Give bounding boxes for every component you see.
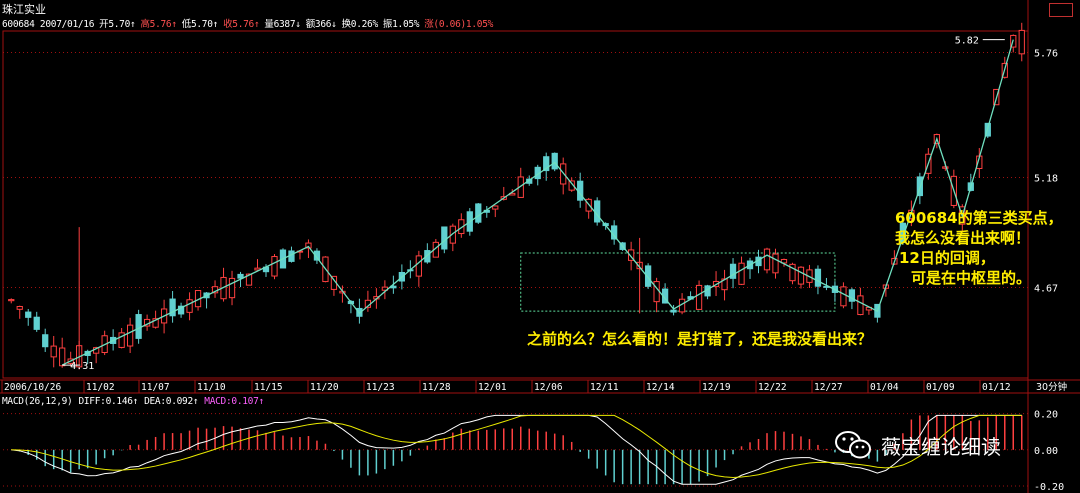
date-tick-label: 2006/10/26	[4, 382, 61, 393]
zhongshu-rect	[520, 252, 836, 312]
candle-body	[840, 286, 847, 307]
high-marker-label: 5.82	[955, 36, 979, 47]
date-tick-label: 12/06	[534, 382, 563, 393]
date-tick-label: 12/11	[590, 382, 619, 393]
candle-body	[670, 309, 677, 313]
price-axis: 5.765.184.675.824.31	[62, 36, 1058, 372]
candle-body	[415, 255, 422, 277]
date-tick-label: 12/22	[758, 382, 787, 393]
date-tick-label: 11/10	[197, 382, 226, 393]
date-tick-label: 01/12	[982, 382, 1011, 393]
date-tick-label: 11/20	[310, 382, 339, 393]
macd-field-3: MACD:0.107↑	[204, 396, 264, 407]
candle-body	[551, 152, 558, 170]
candle-body	[475, 203, 482, 223]
date-tick-label: 11/15	[254, 382, 283, 393]
candle-body	[42, 334, 49, 348]
candle-body	[271, 256, 278, 277]
macd-field-1: DIFF:0.146↑	[78, 396, 139, 407]
candle-body	[237, 273, 244, 279]
candle-body	[50, 345, 57, 358]
third-buy-line-2: 12日的回调，	[899, 249, 995, 267]
candle-body	[763, 248, 771, 271]
candle-body	[33, 316, 40, 330]
candle-body	[228, 277, 236, 299]
macd-field-0: MACD(26,12,9)	[2, 396, 73, 407]
candle-body	[25, 311, 32, 318]
price-tick-label: 5.18	[1034, 174, 1058, 185]
date-tick-label: 01/09	[926, 382, 955, 393]
third-buy-line-1: 我怎么没看出来啊！	[895, 229, 1031, 247]
date-tick-label: 01/04	[870, 382, 899, 393]
low-marker-label: 4.31	[70, 361, 94, 372]
candle-body	[797, 266, 805, 285]
candle-body	[814, 268, 822, 287]
candle-body	[135, 314, 142, 339]
candle-body	[492, 205, 499, 210]
third-buy-annotation: 600684的第三类买点， 我怎么没看出来啊！ 12日的回调， 可是在中枢里的。	[895, 208, 1063, 288]
stroke-lines	[61, 39, 1014, 366]
candle-body	[594, 200, 601, 223]
watermark: 薇宝缠论细读	[833, 427, 1001, 463]
date-tick-label: 12/01	[478, 382, 507, 393]
date-axis: 2006/10/26 11/02 11/07 11/10 11/15 11/20 11/23…	[1, 380, 1067, 393]
candle-body	[186, 299, 193, 313]
candle-body	[942, 166, 949, 169]
date-tick-label: 11/28	[422, 382, 451, 393]
macd-header: MACD(26,12,9) DIFF:0.146↑ DEA:0.092↑ MACD:0…	[2, 396, 270, 407]
bi-polyline	[61, 39, 1014, 366]
date-tick-label: 11/02	[86, 382, 115, 393]
zhongshu-box	[520, 252, 836, 312]
third-buy-line-3: 可是在中枢里的。	[911, 269, 1032, 287]
candle-body	[59, 347, 66, 367]
macd-tick-label: -0.20	[1034, 482, 1064, 493]
candle-body	[772, 253, 779, 274]
candle-body	[738, 262, 745, 285]
wechat-icon	[835, 431, 871, 459]
macd-tick-label: 0.00	[1034, 446, 1058, 457]
date-tick-label: 12/19	[702, 382, 731, 393]
candle-body	[653, 281, 660, 303]
candle-body	[8, 299, 15, 302]
price-tick-label: 5.76	[1034, 49, 1058, 60]
macd-tick-label: 0.20	[1034, 410, 1058, 421]
date-tick-label: 11/07	[141, 382, 170, 393]
macd-field-2: DEA:0.092↑	[144, 396, 199, 407]
candle-body	[857, 295, 864, 316]
candle-body	[1018, 29, 1025, 55]
date-tick-label: 11/23	[366, 382, 395, 393]
candle-body	[441, 226, 448, 250]
third-buy-line-0: 600684的第三类买点，	[895, 209, 1063, 227]
question-annotation: 之前的么？怎么看的！是打错了，还是我没看出来？	[527, 330, 873, 348]
date-tick-label: 12/14	[646, 382, 675, 393]
watermark-text: 薇宝缠论细读	[881, 434, 1001, 459]
date-tick-label: 12/27	[814, 382, 843, 393]
candle-body	[695, 284, 703, 310]
candle-body	[16, 305, 23, 310]
candle-body	[126, 324, 134, 347]
period-label: 30分钟	[1036, 381, 1067, 393]
